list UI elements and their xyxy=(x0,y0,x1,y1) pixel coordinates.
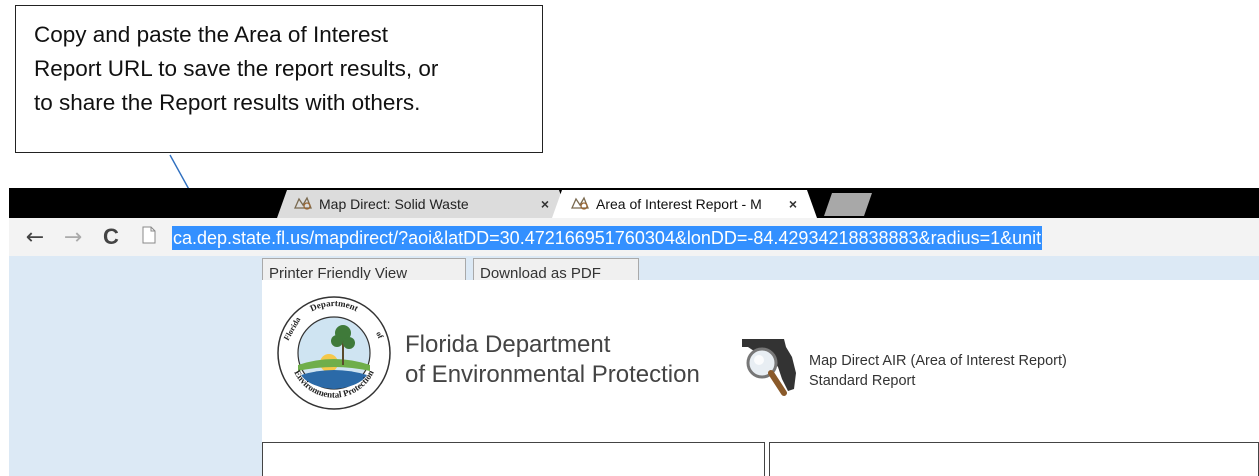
report-title: Map Direct AIR (Area of Interest Report)… xyxy=(809,351,1067,391)
forward-arrow-icon[interactable]: → xyxy=(59,224,87,250)
new-tab-button[interactable] xyxy=(824,193,872,216)
table-cell xyxy=(769,442,1259,476)
report-table xyxy=(262,442,1259,476)
tab-area-of-interest-report[interactable]: Area of Interest Report - M × xyxy=(552,190,817,218)
report-title-line-2: Standard Report xyxy=(809,373,916,389)
page-icon xyxy=(142,226,156,244)
tab-title: Map Direct: Solid Waste xyxy=(319,196,469,212)
report-header-panel: Department Environmental Protection Flor… xyxy=(262,280,1259,476)
address-bar-url[interactable]: ca.dep.state.fl.us/mapdirect/?aoi&latDD=… xyxy=(172,226,1043,250)
browser-tab-bar: Map Direct: Solid Waste × Area of Intere… xyxy=(9,188,1259,218)
reload-icon[interactable]: C xyxy=(97,224,125,250)
fdep-seal-logo: Department Environmental Protection Flor… xyxy=(277,296,391,410)
map-direct-favicon-icon xyxy=(570,196,590,212)
map-direct-favicon-icon xyxy=(293,196,313,212)
department-name: Florida Department of Environmental Prot… xyxy=(405,330,700,390)
page-content: Printer Friendly View Download as PDF De… xyxy=(9,256,1259,476)
tab-close-icon[interactable]: × xyxy=(789,196,797,212)
back-arrow-icon[interactable]: ← xyxy=(21,224,49,250)
tab-close-icon[interactable]: × xyxy=(541,196,549,212)
browser-toolbar: ← → C ca.dep.state.fl.us/mapdirect/?aoi&… xyxy=(9,218,1259,257)
tab-title: Area of Interest Report - M xyxy=(596,196,762,212)
report-title-line-1: Map Direct AIR (Area of Interest Report) xyxy=(809,353,1067,369)
report-button-bar: Printer Friendly View Download as PDF xyxy=(262,256,1259,288)
tab-map-direct-solid-waste[interactable]: Map Direct: Solid Waste × xyxy=(277,190,569,218)
florida-magnifier-icon xyxy=(742,339,796,396)
table-cell xyxy=(262,442,765,476)
department-name-line-1: Florida Department xyxy=(405,331,611,358)
department-name-line-2: of Environmental Protection xyxy=(405,361,700,388)
